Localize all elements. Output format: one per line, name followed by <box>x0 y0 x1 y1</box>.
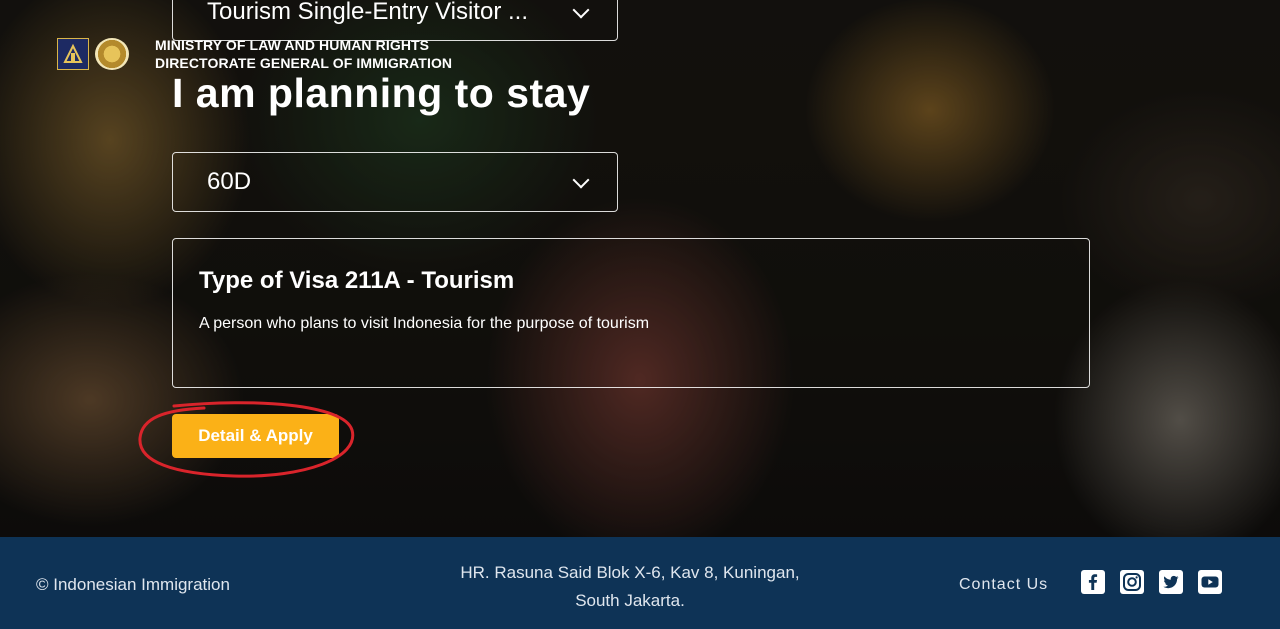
footer-copyright: © Indonesian Immigration <box>36 575 230 594</box>
youtube-icon[interactable] <box>1197 569 1223 595</box>
stay-heading: I am planning to stay <box>172 70 591 116</box>
visa-card-title: Type of Visa 211A - Tourism <box>199 267 515 294</box>
ministry-logo <box>57 38 89 70</box>
address-line1: HR. Rasuna Said Blok X-6, Kav 8, Kuninga… <box>460 563 800 582</box>
hero-background: Tourism Single-Entry Visitor ... MINISTR… <box>0 0 1280 537</box>
stay-duration-select[interactable]: 60D <box>172 152 618 212</box>
chevron-down-icon <box>572 171 590 189</box>
visa-card-description: A person who plans to visit Indonesia fo… <box>199 315 650 332</box>
social-links <box>1080 569 1223 595</box>
brand: MINISTRY OF LAW AND HUMAN RIGHTS DIRECTO… <box>57 36 452 72</box>
immigration-logo <box>95 38 129 70</box>
instagram-icon[interactable] <box>1119 569 1145 595</box>
contact-us-link[interactable]: Contact Us <box>959 576 1048 594</box>
brand-line1: MINISTRY OF LAW AND HUMAN RIGHTS <box>155 37 430 53</box>
visa-type-select-value: Tourism Single-Entry Visitor ... <box>207 0 528 25</box>
footer-address: HR. Rasuna Said Blok X-6, Kav 8, Kuninga… <box>440 559 820 615</box>
detail-apply-button[interactable]: Detail & Apply <box>172 414 339 458</box>
chevron-down-icon <box>572 1 590 19</box>
visa-info-card: Type of Visa 211A - Tourism A person who… <box>172 238 1090 388</box>
facebook-icon[interactable] <box>1080 569 1106 595</box>
visa-type-select[interactable]: Tourism Single-Entry Visitor ... <box>172 0 618 41</box>
footer: © Indonesian Immigration HR. Rasuna Said… <box>0 537 1280 629</box>
brand-text: MINISTRY OF LAW AND HUMAN RIGHTS DIRECTO… <box>155 36 452 72</box>
twitter-icon[interactable] <box>1158 569 1184 595</box>
stay-duration-value: 60D <box>207 168 252 195</box>
address-line2: South Jakarta. <box>575 591 685 610</box>
